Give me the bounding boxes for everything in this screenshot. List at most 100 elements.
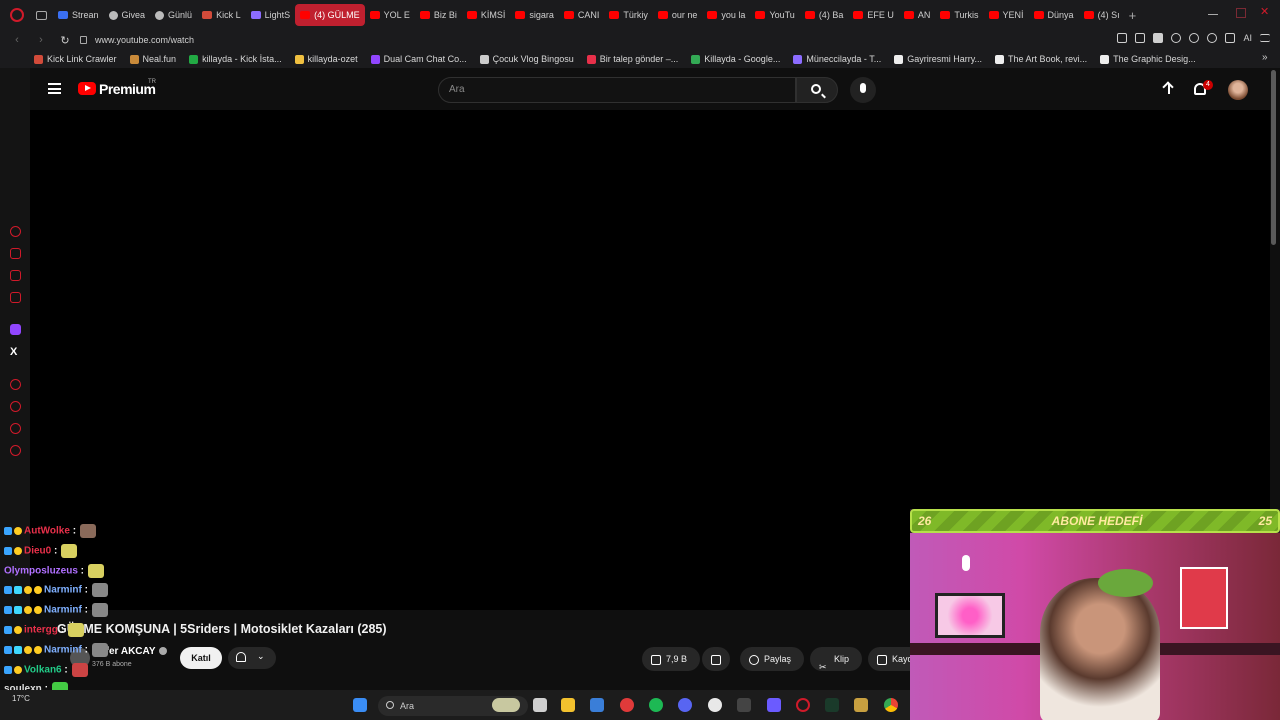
- obs-icon[interactable]: [620, 698, 634, 712]
- app-icon[interactable]: [737, 698, 751, 712]
- weather-widget[interactable]: 17°C: [12, 694, 30, 703]
- mail-icon[interactable]: [590, 698, 604, 712]
- browser-tab[interactable]: YENİ: [984, 4, 1029, 26]
- browser-tab[interactable]: Givea: [104, 4, 151, 26]
- subscription-bell-dropdown[interactable]: ⌄: [228, 647, 276, 669]
- bookmark-item[interactable]: Neal.fun: [129, 54, 176, 64]
- bookmark-item[interactable]: Kick Link Crawler: [34, 54, 117, 64]
- heart-icon[interactable]: [1189, 33, 1200, 43]
- share-button[interactable]: Paylaş: [740, 647, 804, 671]
- bookmark-item[interactable]: The Art Book, revi...: [995, 54, 1087, 64]
- opera-logo-icon[interactable]: [10, 8, 24, 22]
- browser-tab[interactable]: LightS: [246, 4, 296, 26]
- sidebar-shopping-icon[interactable]: [10, 248, 21, 259]
- forward-button[interactable]: ›: [34, 34, 48, 46]
- tab-favicon-icon: [707, 11, 718, 19]
- sidebar-settings-icon[interactable]: [10, 445, 21, 456]
- bookmark-item[interactable]: killayda-ozet: [294, 54, 358, 64]
- browser-tab[interactable]: Dünya: [1029, 4, 1079, 26]
- close-window-button[interactable]: ✕: [1260, 5, 1270, 18]
- adblock-shield-icon[interactable]: [1153, 33, 1164, 43]
- discord-icon[interactable]: [678, 698, 692, 712]
- profile-icon[interactable]: [1207, 33, 1218, 43]
- clip-button[interactable]: ✂ Klip: [810, 647, 862, 672]
- bookmark-item[interactable]: killayda - Kick İsta...: [189, 54, 282, 64]
- browser-tab[interactable]: EFE U: [848, 4, 899, 26]
- downloads-icon[interactable]: [1225, 33, 1236, 43]
- back-button[interactable]: ‹: [10, 34, 24, 46]
- player-icon[interactable]: [1171, 33, 1182, 43]
- browser-tab[interactable]: Kick L: [197, 4, 246, 26]
- terminal-icon[interactable]: [825, 698, 839, 712]
- browser-tab[interactable]: KİMSİ: [462, 4, 511, 26]
- sidebar-x-icon[interactable]: X: [10, 346, 17, 358]
- youtube-brand[interactable]: Premium: [99, 81, 156, 97]
- bookmark-item[interactable]: Killayda - Google...: [691, 54, 780, 64]
- save-button[interactable]: Kaydet: [868, 647, 910, 671]
- easy-setup-menu-icon[interactable]: [1260, 34, 1270, 42]
- file-explorer-icon[interactable]: [561, 698, 575, 712]
- workspaces-icon[interactable]: [36, 10, 47, 20]
- tab-label: CANI: [577, 10, 600, 20]
- bookmark-item[interactable]: The Graphic Desig...: [1100, 54, 1196, 64]
- aria-ai-button[interactable]: AI: [1243, 33, 1252, 43]
- steam-icon[interactable]: [708, 698, 722, 712]
- search-button[interactable]: [796, 77, 838, 103]
- browser-tab[interactable]: Strean: [53, 4, 104, 26]
- bookmark-item[interactable]: Çocuk Vlog Bingosu: [479, 54, 574, 64]
- browser-tab[interactable]: (4) Ba: [800, 4, 849, 26]
- sidebar-player-icon[interactable]: [10, 379, 21, 390]
- sidebar-history-icon[interactable]: [10, 401, 21, 412]
- pin-icon[interactable]: [1117, 33, 1128, 43]
- minimize-button[interactable]: [1208, 14, 1218, 15]
- bookmark-item[interactable]: Bir talep gönder –...: [586, 54, 678, 64]
- browser-tab[interactable]: YOL E: [365, 4, 415, 26]
- browser-tab[interactable]: you la: [702, 4, 750, 26]
- sidebar-twitch-icon[interactable]: [10, 324, 21, 335]
- like-button[interactable]: 7,9 B: [642, 647, 700, 671]
- maximize-button[interactable]: [1236, 8, 1246, 18]
- bookmark-item[interactable]: Gayriresmi Harry...: [894, 54, 982, 64]
- new-tab-button[interactable]: +: [1129, 8, 1137, 23]
- browser-tab[interactable]: our ne: [653, 4, 703, 26]
- sidebar-ai-icon[interactable]: [10, 226, 21, 237]
- opera-taskbar-icon[interactable]: [796, 698, 810, 712]
- browser-tab[interactable]: CANI: [559, 4, 605, 26]
- snapshot-icon[interactable]: [1135, 33, 1146, 43]
- league-icon[interactable]: [854, 698, 868, 712]
- browser-tab[interactable]: sigara: [510, 4, 559, 26]
- tab-favicon-icon: [58, 11, 68, 19]
- youtube-logo-icon[interactable]: [78, 82, 96, 95]
- account-avatar[interactable]: [1228, 80, 1248, 100]
- create-upload-icon[interactable]: [1163, 82, 1175, 96]
- browser-tab[interactable]: Türkiy: [604, 4, 653, 26]
- browser-tab[interactable]: Günlü: [150, 4, 197, 26]
- browser-tab[interactable]: (4) GÜLME: [295, 4, 365, 26]
- start-button-icon[interactable]: [353, 698, 367, 712]
- sidebar-chat-icon[interactable]: [10, 423, 21, 434]
- voice-search-button[interactable]: [850, 77, 876, 103]
- sidebar-instagram-icon[interactable]: [10, 270, 21, 281]
- url-field[interactable]: www.youtube.com/watch: [95, 35, 194, 45]
- bookmarks-overflow-icon[interactable]: »: [1262, 52, 1270, 63]
- browser-tab[interactable]: Turkis: [935, 4, 983, 26]
- search-input[interactable]: Ara: [438, 77, 796, 103]
- browser-tab[interactable]: AN: [899, 4, 936, 26]
- join-button[interactable]: Katıl: [180, 647, 222, 669]
- chrome-icon[interactable]: [884, 698, 898, 712]
- browser-tab[interactable]: YouTu: [750, 4, 799, 26]
- reload-icon[interactable]: ↻: [58, 34, 72, 47]
- task-view-icon[interactable]: [533, 698, 547, 712]
- grid-app-icon[interactable]: [767, 698, 781, 712]
- hamburger-menu-icon[interactable]: [48, 83, 61, 94]
- page-scrollbar[interactable]: [1271, 70, 1276, 245]
- bookmark-item[interactable]: Müneccilayda - T...: [793, 54, 881, 64]
- browser-tab[interactable]: Biz Bi: [415, 4, 462, 26]
- dislike-button[interactable]: [702, 647, 730, 671]
- browser-tab[interactable]: (4) Sı: [1079, 4, 1125, 26]
- bookmark-item[interactable]: Dual Cam Chat Co...: [370, 54, 467, 64]
- spotify-icon[interactable]: [649, 698, 663, 712]
- sidebar-messenger-icon[interactable]: [10, 292, 21, 303]
- lock-icon[interactable]: [80, 36, 87, 44]
- tab-favicon-icon: [609, 11, 620, 19]
